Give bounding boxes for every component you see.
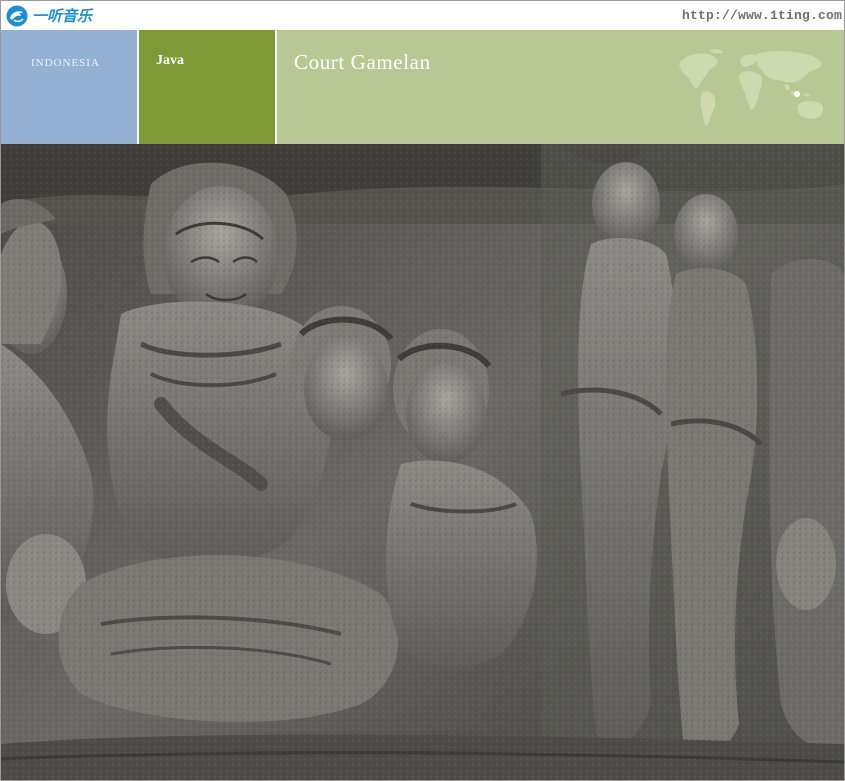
site-logo-text: 一听音乐 bbox=[32, 7, 93, 25]
stone-relief-photo bbox=[1, 144, 844, 780]
album-title: Court Gamelan bbox=[294, 50, 431, 74]
album-page: 一听音乐 http://www.1ting.com INDONESIA Java… bbox=[0, 0, 845, 781]
album-cover-photo bbox=[1, 144, 844, 780]
site-url-link[interactable]: http://www.1ting.com bbox=[682, 8, 842, 23]
region-label: INDONESIA bbox=[31, 57, 100, 69]
site-topbar: 一听音乐 http://www.1ting.com bbox=[1, 1, 844, 30]
country-label: Java bbox=[156, 53, 184, 68]
country-panel[interactable]: Java bbox=[139, 30, 275, 144]
world-map-icon bbox=[679, 48, 824, 127]
dolphin-logo-icon bbox=[6, 5, 28, 26]
title-panel: Court Gamelan bbox=[277, 30, 844, 144]
album-header: INDONESIA Java Court Gamelan bbox=[1, 30, 844, 144]
region-panel[interactable]: INDONESIA bbox=[1, 30, 137, 144]
site-logo-link[interactable]: 一听音乐 bbox=[5, 4, 92, 27]
location-marker bbox=[794, 91, 800, 97]
